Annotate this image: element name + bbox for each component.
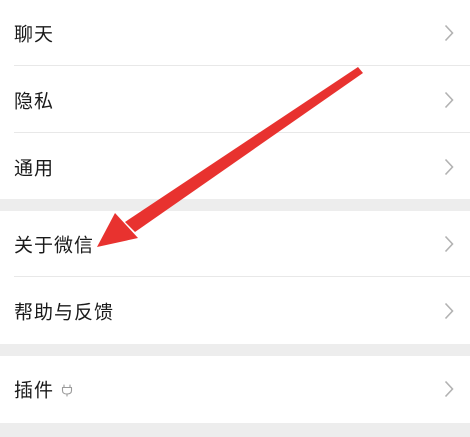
divider (14, 65, 470, 66)
settings-item-plugins[interactable]: 插件 (0, 356, 470, 422)
settings-item-about-wechat[interactable]: 关于微信 (0, 211, 470, 277)
chevron-right-icon (444, 158, 454, 176)
settings-item-label: 通用 (14, 157, 55, 180)
chevron-right-icon (444, 380, 454, 398)
settings-item-label-wrap: 插件 (14, 376, 74, 403)
chevron-right-icon (444, 91, 454, 109)
divider (14, 132, 470, 133)
chevron-right-icon (444, 24, 454, 42)
settings-item-label: 帮助与反馈 (14, 301, 115, 324)
chevron-right-icon (444, 302, 454, 320)
settings-group-general: 聊天 隐私 通用 (0, 0, 470, 199)
plugin-icon (61, 384, 73, 397)
settings-item-label: 关于微信 (14, 234, 95, 257)
settings-item-help-feedback[interactable]: 帮助与反馈 (0, 278, 470, 344)
settings-item-label: 聊天 (14, 23, 55, 46)
settings-item-general[interactable]: 通用 (0, 134, 470, 200)
settings-item-label: 隐私 (14, 90, 55, 113)
settings-item-label: 插件 (14, 379, 55, 402)
divider (14, 276, 470, 277)
settings-item-privacy[interactable]: 隐私 (0, 67, 470, 133)
settings-group-plugins: 插件 (0, 356, 470, 423)
chevron-right-icon (444, 235, 454, 253)
settings-item-chat[interactable]: 聊天 (0, 0, 470, 66)
settings-group-about: 关于微信 帮助与反馈 (0, 211, 470, 344)
